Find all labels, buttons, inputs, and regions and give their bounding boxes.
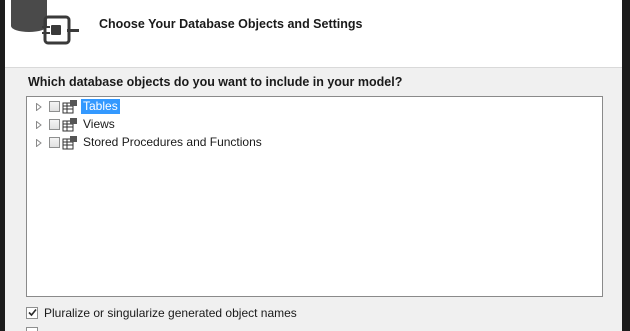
tree-node-tables[interactable]: Tables	[27, 99, 427, 115]
expand-arrow-icon[interactable]	[36, 139, 42, 147]
tree-node-label[interactable]: Stored Procedures and Functions	[81, 135, 264, 150]
wizard-dialog: Choose Your Database Objects and Setting…	[5, 0, 622, 331]
pluralize-checkbox[interactable]	[26, 307, 38, 319]
wizard-header: Choose Your Database Objects and Setting…	[5, 0, 622, 68]
view-icon	[62, 118, 77, 132]
expand-arrow-icon[interactable]	[36, 103, 42, 111]
tables-checkbox[interactable]	[49, 101, 60, 112]
objects-question-label: Which database objects do you want to in…	[28, 75, 403, 89]
tree-node-label[interactable]: Tables	[81, 99, 120, 114]
stored-procedures-checkbox[interactable]	[49, 137, 60, 148]
expand-arrow-icon[interactable]	[36, 121, 42, 129]
database-objects-tree[interactable]: Tables Views Stored Procedures and Funct…	[26, 96, 603, 297]
database-plug-icon	[11, 0, 79, 45]
views-checkbox[interactable]	[49, 119, 60, 130]
pluralize-label[interactable]: Pluralize or singularize generated objec…	[44, 306, 297, 320]
procedure-icon	[62, 136, 77, 150]
checkmark-icon	[28, 308, 37, 317]
tree-node-views[interactable]: Views	[27, 117, 427, 133]
tree-node-stored-procedures[interactable]: Stored Procedures and Functions	[27, 135, 427, 151]
page-title: Choose Your Database Objects and Setting…	[99, 17, 363, 31]
table-icon	[62, 100, 77, 114]
option-checkbox[interactable]	[26, 327, 38, 331]
tree-node-label[interactable]: Views	[81, 117, 117, 132]
